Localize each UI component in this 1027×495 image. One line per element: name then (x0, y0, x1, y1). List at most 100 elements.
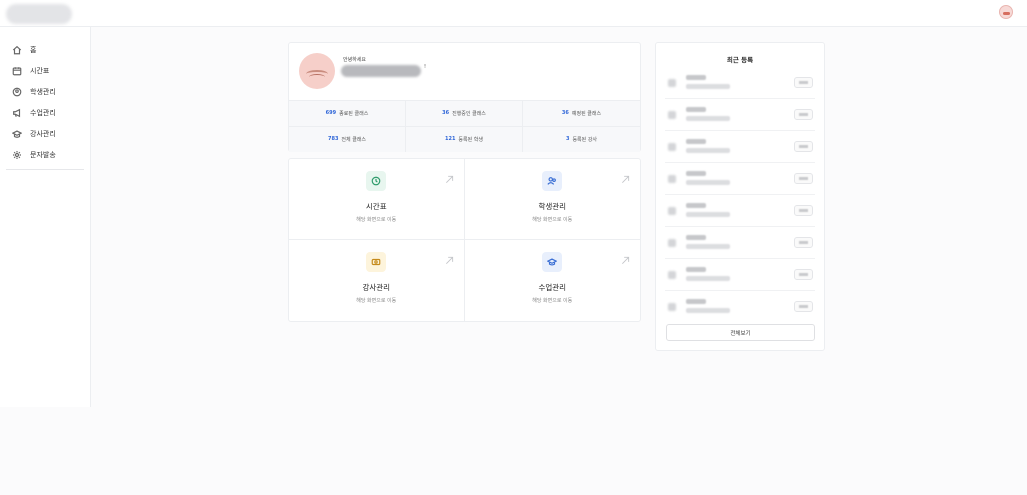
user-name (341, 65, 421, 77)
list-item (665, 99, 815, 131)
nav-card-students[interactable]: 학생관리 해당 화면으로 이동 (464, 159, 640, 240)
greeting-text: 안녕하세요 (343, 57, 367, 63)
sidebar-item-home[interactable]: 홈 (0, 39, 90, 60)
arrow-up-right-icon (621, 250, 630, 264)
recent-title: 최근 등록 (726, 56, 754, 64)
stat-registered-teachers: 3 등록된 강사 (565, 136, 598, 143)
megaphone-icon (13, 108, 21, 117)
view-button[interactable] (794, 301, 813, 312)
sidebar-divider (6, 169, 84, 170)
student-phone (686, 212, 730, 217)
student-name (686, 235, 706, 240)
clock-icon (366, 171, 387, 191)
student-name (686, 203, 706, 208)
teacher-icon (12, 129, 22, 138)
student-phone (686, 244, 730, 249)
sidebar-item-teachers[interactable]: 강사관리 (0, 123, 90, 144)
greeting-suffix: ! (424, 64, 427, 70)
recent-registrations-panel: 최근 등록 전체보기 (655, 42, 825, 351)
quick-nav-grid: 시간표 해당 화면으로 이동 학생관리 해당 화면으로 이동 강사관리 해당 화… (288, 158, 641, 322)
student-phone (686, 84, 730, 89)
nav-card-subtitle: 해당 화면으로 이동 (532, 217, 573, 223)
list-item (665, 195, 815, 227)
list-item (665, 131, 815, 163)
list-item (665, 259, 815, 291)
list-item (665, 67, 815, 99)
avatar (668, 175, 676, 183)
sidebar-item-label: 문자발송 (30, 150, 56, 159)
money-icon (366, 252, 387, 272)
student-name (686, 267, 706, 272)
stat-registered-students: 121 등록된 학생 (406, 126, 523, 152)
sidebar-item-label: 학생관리 (30, 87, 56, 96)
nav-card-timetable[interactable]: 시간표 해당 화면으로 이동 (289, 159, 465, 240)
student-icon (12, 87, 22, 96)
profile-card: 안녕하세요 ! 699 종료된 클래스 36 진행중인 클래스 36 예정된 클래스 … (288, 42, 641, 152)
user-avatar[interactable] (999, 5, 1013, 19)
stat-scheduled-classes: 36 예정된 클래스 (523, 101, 640, 127)
student-name (686, 299, 706, 304)
list-item (665, 163, 815, 195)
sidebar-menu: 홈 시간표 학생관리 수업관리 강사관리 문자발송 (0, 27, 90, 165)
view-button[interactable] (794, 141, 813, 152)
sidebar-item-messages[interactable]: 문자발송 (0, 144, 90, 165)
avatar (668, 143, 676, 151)
student-phone (686, 116, 730, 121)
nav-card-subtitle: 해당 화면으로 이동 (356, 217, 397, 223)
student-name (686, 75, 706, 80)
student-name (686, 171, 706, 176)
view-button[interactable] (794, 109, 813, 120)
stat-total-classes: 783 전체 클래스 (289, 126, 406, 152)
stat-ended-classes: 699 종료된 클래스 (289, 101, 406, 127)
sidebar-item-label: 수업관리 (30, 108, 56, 117)
logo[interactable] (6, 4, 72, 24)
avatar (668, 111, 676, 119)
stat-ongoing-classes: 36 진행중인 클래스 (406, 101, 523, 127)
view-button[interactable] (794, 237, 813, 248)
list-item (665, 291, 815, 323)
avatar (668, 239, 676, 247)
view-button[interactable] (794, 269, 813, 280)
nav-card-classes[interactable]: 수업관리 해당 화면으로 이동 (465, 240, 641, 321)
nav-card-title: 학생관리 (538, 202, 567, 211)
sidebar-item-label: 시간표 (30, 66, 50, 75)
student-phone (686, 308, 730, 313)
student-phone (686, 276, 730, 281)
sidebar-item-timetable[interactable]: 시간표 (0, 60, 90, 81)
calendar-icon (12, 66, 22, 75)
nav-card-title: 수업관리 (538, 283, 567, 292)
graduation-cap-icon (542, 252, 563, 272)
avatar (668, 79, 676, 87)
view-button[interactable] (794, 173, 813, 184)
sidebar-item-classes[interactable]: 수업관리 (0, 102, 90, 123)
nav-card-subtitle: 해당 화면으로 이동 (356, 298, 397, 304)
student-phone (686, 180, 730, 185)
arrow-up-right-icon (621, 169, 630, 183)
profile-avatar (299, 53, 335, 89)
nav-card-subtitle: 해당 화면으로 이동 (532, 298, 573, 304)
sidebar-item-label: 홈 (30, 45, 37, 54)
avatar (668, 271, 676, 279)
student-phone (686, 148, 730, 153)
top-bar (0, 0, 1027, 27)
sidebar-item-students[interactable]: 학생관리 (0, 81, 90, 102)
arrow-up-right-icon (445, 250, 454, 264)
sidebar: 홈 시간표 학생관리 수업관리 강사관리 문자발송 (0, 27, 91, 407)
list-item (665, 227, 815, 259)
student-name (686, 107, 706, 112)
student-name (686, 139, 706, 144)
avatar (668, 303, 676, 311)
stats-grid: 699 종료된 클래스 36 진행중인 클래스 36 예정된 클래스 783 전체 클래… (289, 100, 640, 152)
recent-list (665, 67, 815, 323)
users-icon (542, 171, 563, 191)
arrow-up-right-icon (445, 169, 454, 183)
nav-card-title: 강사관리 (362, 283, 391, 292)
nav-card-title: 시간표 (365, 202, 387, 211)
view-button[interactable] (794, 205, 813, 216)
settings-icon (13, 150, 21, 159)
avatar (668, 207, 676, 215)
nav-card-teachers[interactable]: 강사관리 해당 화면으로 이동 (289, 240, 465, 321)
view-all-button[interactable]: 전체보기 (666, 324, 815, 341)
view-button[interactable] (794, 77, 813, 88)
sidebar-item-label: 강사관리 (30, 129, 56, 138)
